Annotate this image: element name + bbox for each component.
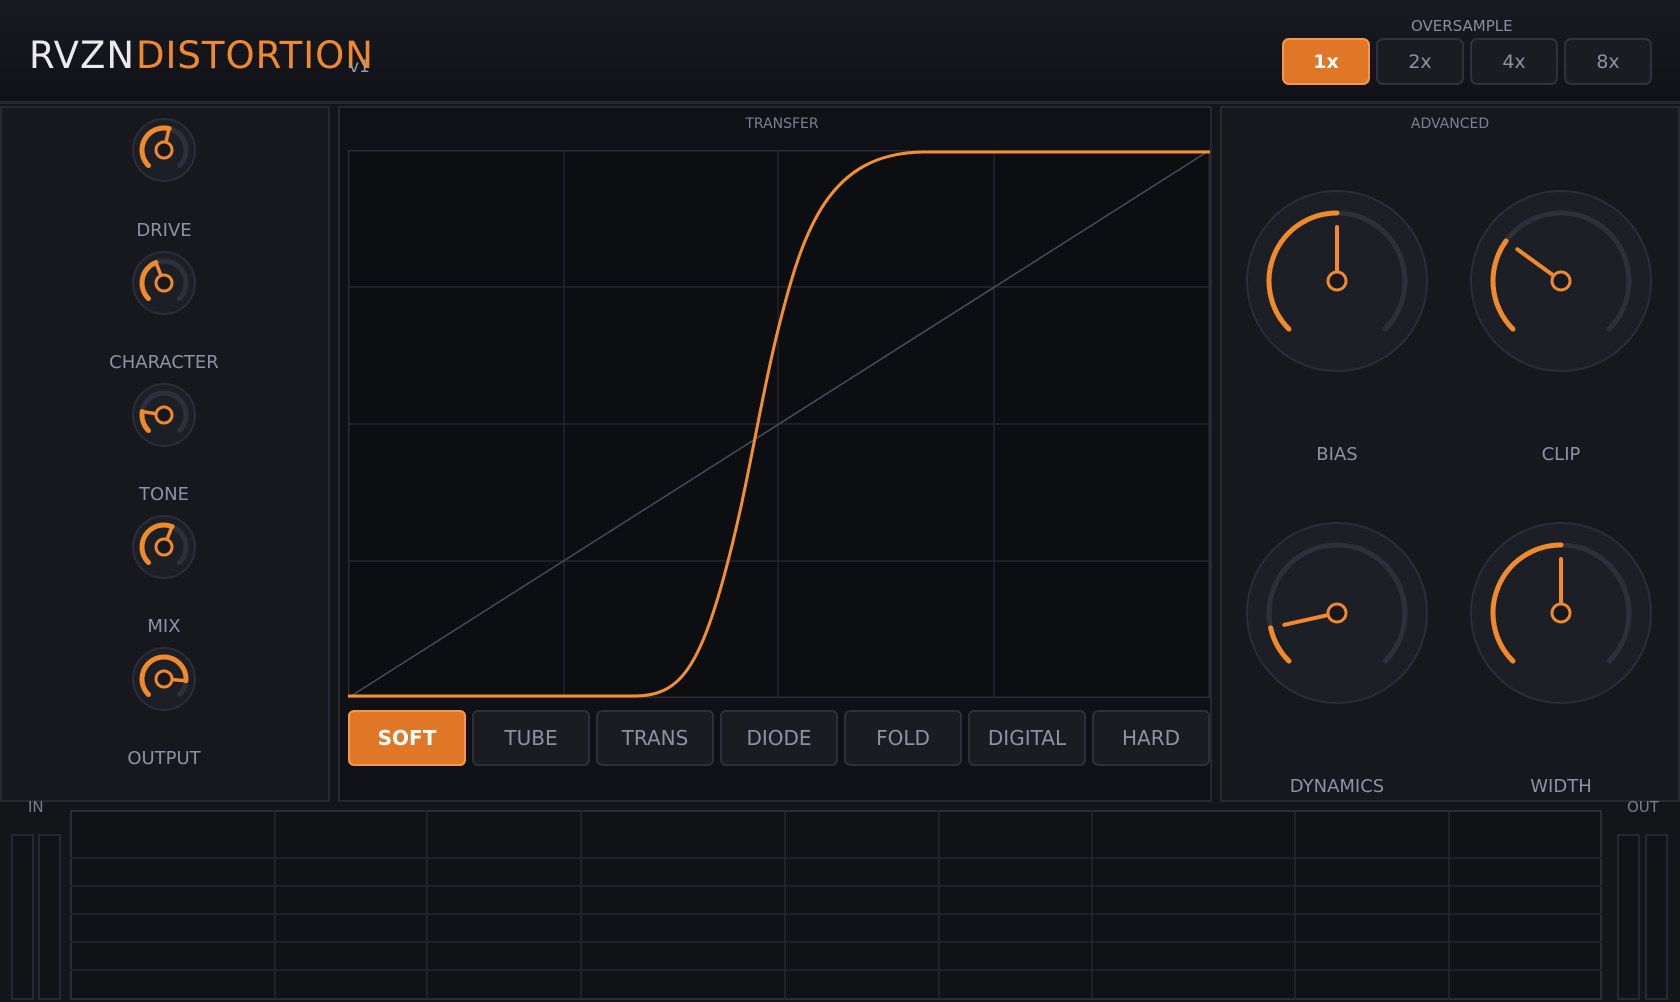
input-meter-right bbox=[38, 834, 61, 1000]
bias-label: BIAS bbox=[1316, 444, 1358, 465]
tone-label: TONE bbox=[138, 484, 189, 505]
input-meter-label: IN bbox=[28, 798, 44, 816]
oversample-1x-button[interactable]: 1x bbox=[1282, 38, 1370, 85]
curve-trans-button[interactable]: TRANS bbox=[596, 710, 714, 766]
output-meter-label: OUT bbox=[1627, 798, 1659, 816]
dynamics-knob[interactable] bbox=[1245, 521, 1429, 705]
knob-center bbox=[154, 140, 174, 160]
drive-knob[interactable] bbox=[131, 250, 197, 316]
tone-knob[interactable] bbox=[131, 514, 197, 580]
character-label: CHARACTER bbox=[109, 352, 219, 373]
dynamics-label: DYNAMICS bbox=[1289, 776, 1385, 797]
width-knob[interactable] bbox=[1469, 521, 1653, 705]
knob-center bbox=[1550, 270, 1572, 292]
curve-digital-button[interactable]: DIGITAL bbox=[968, 710, 1086, 766]
transfer-curve-graph bbox=[348, 150, 1210, 698]
knob-pointer bbox=[172, 678, 185, 683]
knob-center bbox=[154, 669, 174, 689]
oversample-2x-button[interactable]: 2x bbox=[1376, 38, 1464, 85]
product-name: DISTORTION bbox=[136, 34, 374, 77]
mix-label: MIX bbox=[147, 616, 181, 637]
transfer-title: TRANSFER bbox=[745, 116, 819, 132]
version-label: v1 bbox=[349, 57, 370, 77]
brand-name: RVZN bbox=[29, 34, 136, 77]
oversample-label: OVERSAMPLE bbox=[1411, 17, 1513, 35]
character-knob[interactable] bbox=[131, 382, 197, 448]
curve-diode-button[interactable]: DIODE bbox=[720, 710, 838, 766]
knob-center bbox=[154, 273, 174, 293]
output-meter-left bbox=[1617, 834, 1640, 1000]
curve-hard-button[interactable]: HARD bbox=[1092, 710, 1210, 766]
clip-knob[interactable] bbox=[1469, 189, 1653, 373]
bias-knob[interactable] bbox=[1245, 189, 1429, 373]
width-label: WIDTH bbox=[1530, 776, 1592, 797]
curve-tube-button[interactable]: TUBE bbox=[472, 710, 590, 766]
knob-center bbox=[1326, 270, 1348, 292]
output-meter-right bbox=[1645, 834, 1668, 1000]
spectrum-display bbox=[70, 810, 1602, 1000]
top-knob[interactable] bbox=[131, 117, 197, 183]
drive-label: DRIVE bbox=[136, 220, 192, 241]
input-meter-left bbox=[11, 834, 34, 1000]
knob-pointer bbox=[164, 129, 171, 143]
mix-knob[interactable] bbox=[131, 646, 197, 712]
oversample-8x-button[interactable]: 8x bbox=[1564, 38, 1652, 85]
knob-center bbox=[154, 405, 174, 425]
knob-center bbox=[154, 537, 174, 557]
output-label: OUTPUT bbox=[127, 748, 201, 769]
curve-soft-button[interactable]: SOFT bbox=[348, 710, 466, 766]
curve-fold-button[interactable]: FOLD bbox=[844, 710, 962, 766]
knob-center bbox=[1326, 602, 1348, 624]
header-bar: RVZN DISTORTION v1 OVERSAMPLE 1x 2x 4x 8… bbox=[0, 0, 1680, 104]
advanced-title: ADVANCED bbox=[1410, 116, 1490, 132]
knob-center bbox=[1550, 602, 1572, 624]
knob-pointer bbox=[143, 410, 156, 416]
oversample-4x-button[interactable]: 4x bbox=[1470, 38, 1558, 85]
clip-label: CLIP bbox=[1541, 444, 1581, 465]
